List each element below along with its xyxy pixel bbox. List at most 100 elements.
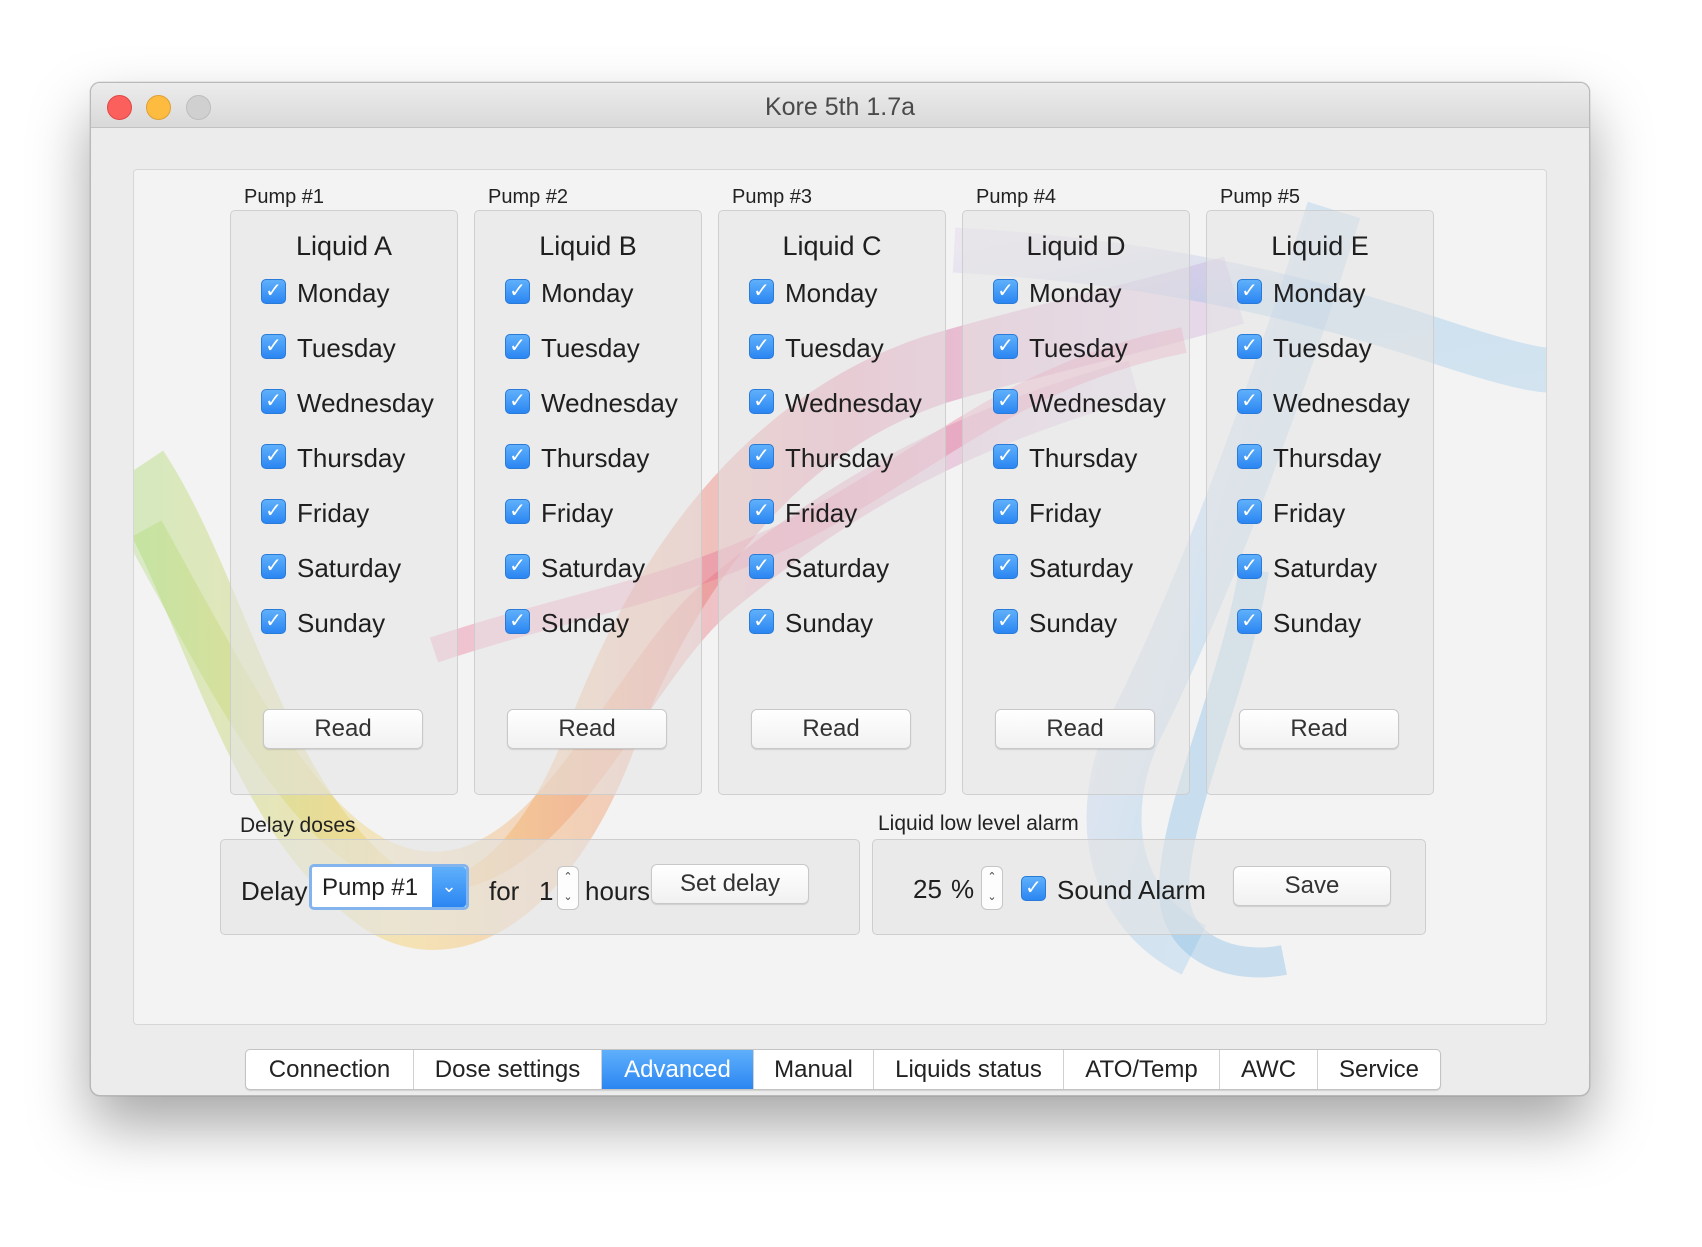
day-checkbox-sunday[interactable]: ✓ Sunday — [261, 603, 385, 639]
day-checkbox-sunday[interactable]: ✓ Sunday — [1237, 603, 1361, 639]
tab-awc[interactable]: AWC — [1220, 1050, 1318, 1089]
day-checkbox-thursday[interactable]: ✓ Thursday — [261, 438, 405, 474]
checkbox-checked-icon[interactable]: ✓ — [749, 608, 774, 634]
checkbox-checked-icon[interactable]: ✓ — [505, 278, 530, 304]
checkbox-checked-icon[interactable]: ✓ — [1237, 443, 1262, 469]
checkbox-checked-icon[interactable]: ✓ — [1237, 553, 1262, 579]
checkbox-checked-icon[interactable]: ✓ — [505, 608, 530, 634]
day-checkbox-wednesday[interactable]: ✓ Wednesday — [1237, 383, 1410, 419]
read-button[interactable]: Read — [507, 709, 667, 749]
checkbox-checked-icon[interactable]: ✓ — [1021, 875, 1046, 901]
day-checkbox-sunday[interactable]: ✓ Sunday — [993, 603, 1117, 639]
tab-manual[interactable]: Manual — [754, 1050, 874, 1089]
checkbox-checked-icon[interactable]: ✓ — [993, 443, 1018, 469]
checkbox-checked-icon[interactable]: ✓ — [993, 498, 1018, 524]
day-checkbox-wednesday[interactable]: ✓ Wednesday — [505, 383, 678, 419]
checkbox-checked-icon[interactable]: ✓ — [261, 498, 286, 524]
read-button[interactable]: Read — [1239, 709, 1399, 749]
day-checkbox-saturday[interactable]: ✓ Saturday — [749, 548, 889, 584]
day-checkbox-saturday[interactable]: ✓ Saturday — [1237, 548, 1377, 584]
day-checkbox-sunday[interactable]: ✓ Sunday — [505, 603, 629, 639]
checkbox-checked-icon[interactable]: ✓ — [749, 553, 774, 579]
tab-connection[interactable]: Connection — [246, 1050, 414, 1089]
day-checkbox-wednesday[interactable]: ✓ Wednesday — [749, 383, 922, 419]
day-checkbox-monday[interactable]: ✓ Monday — [261, 273, 390, 309]
day-checkbox-friday[interactable]: ✓ Friday — [505, 493, 613, 529]
checkbox-checked-icon[interactable]: ✓ — [505, 333, 530, 359]
checkbox-checked-icon[interactable]: ✓ — [749, 388, 774, 414]
day-checkbox-thursday[interactable]: ✓ Thursday — [749, 438, 893, 474]
day-checkbox-thursday[interactable]: ✓ Thursday — [993, 438, 1137, 474]
day-checkbox-friday[interactable]: ✓ Friday — [749, 493, 857, 529]
checkbox-checked-icon[interactable]: ✓ — [261, 388, 286, 414]
checkbox-checked-icon[interactable]: ✓ — [749, 443, 774, 469]
pump-select[interactable]: Pump #1 ⌄ — [309, 864, 469, 910]
pump-select-value: Pump #1 — [322, 874, 419, 901]
day-checkbox-friday[interactable]: ✓ Friday — [261, 493, 369, 529]
checkbox-checked-icon[interactable]: ✓ — [993, 608, 1018, 634]
checkbox-checked-icon[interactable]: ✓ — [261, 278, 286, 304]
day-checkbox-saturday[interactable]: ✓ Saturday — [993, 548, 1133, 584]
checkbox-checked-icon[interactable]: ✓ — [1237, 333, 1262, 359]
day-checkbox-friday[interactable]: ✓ Friday — [1237, 493, 1345, 529]
read-button[interactable]: Read — [263, 709, 423, 749]
checkbox-checked-icon[interactable]: ✓ — [1237, 498, 1262, 524]
day-checkbox-monday[interactable]: ✓ Monday — [505, 273, 634, 309]
tab-ato-temp[interactable]: ATO/Temp — [1064, 1050, 1220, 1089]
read-button[interactable]: Read — [995, 709, 1155, 749]
tab-advanced[interactable]: Advanced — [602, 1050, 754, 1089]
checkbox-checked-icon[interactable]: ✓ — [1237, 388, 1262, 414]
checkbox-checked-icon[interactable]: ✓ — [749, 278, 774, 304]
hours-stepper-icon[interactable]: ⌃ ⌄ — [557, 866, 579, 910]
hours-value[interactable]: 1 — [539, 876, 553, 907]
chevron-down-icon[interactable]: ⌄ — [432, 867, 466, 907]
day-checkbox-thursday[interactable]: ✓ Thursday — [505, 438, 649, 474]
day-checkbox-tuesday[interactable]: ✓ Tuesday — [505, 328, 640, 364]
checkbox-checked-icon[interactable]: ✓ — [505, 553, 530, 579]
day-checkbox-wednesday[interactable]: ✓ Wednesday — [261, 383, 434, 419]
checkbox-checked-icon[interactable]: ✓ — [261, 553, 286, 579]
pump-panel-5: Liquid E ✓ Monday ✓ Tuesday ✓ Wednesday ✓ Th… — [1206, 210, 1434, 795]
checkbox-checked-icon[interactable]: ✓ — [1237, 608, 1262, 634]
pump-caption-3: Pump #3 — [732, 186, 813, 208]
checkbox-checked-icon[interactable]: ✓ — [505, 498, 530, 524]
day-checkbox-monday[interactable]: ✓ Monday — [1237, 273, 1366, 309]
day-label: Wednesday — [785, 387, 922, 418]
day-checkbox-tuesday[interactable]: ✓ Tuesday — [993, 328, 1128, 364]
day-checkbox-tuesday[interactable]: ✓ Tuesday — [749, 328, 884, 364]
set-delay-button[interactable]: Set delay — [651, 864, 809, 904]
day-checkbox-monday[interactable]: ✓ Monday — [993, 273, 1122, 309]
checkbox-checked-icon[interactable]: ✓ — [993, 553, 1018, 579]
sound-alarm-checkbox[interactable]: ✓ Sound Alarm — [1021, 870, 1206, 906]
day-label: Thursday — [297, 442, 406, 473]
day-label: Monday — [1273, 277, 1366, 308]
day-checkbox-wednesday[interactable]: ✓ Wednesday — [993, 383, 1166, 419]
percent-stepper-icon[interactable]: ⌃ ⌄ — [981, 866, 1003, 910]
day-checkbox-monday[interactable]: ✓ Monday — [749, 273, 878, 309]
checkbox-checked-icon[interactable]: ✓ — [505, 443, 530, 469]
checkbox-checked-icon[interactable]: ✓ — [993, 388, 1018, 414]
alarm-percent-value[interactable]: 25 — [913, 874, 942, 905]
checkbox-checked-icon[interactable]: ✓ — [261, 443, 286, 469]
day-checkbox-saturday[interactable]: ✓ Saturday — [505, 548, 645, 584]
day-checkbox-tuesday[interactable]: ✓ Tuesday — [261, 328, 396, 364]
read-button[interactable]: Read — [751, 709, 911, 749]
checkbox-checked-icon[interactable]: ✓ — [1237, 278, 1262, 304]
tab-dose-settings[interactable]: Dose settings — [414, 1050, 602, 1089]
checkbox-checked-icon[interactable]: ✓ — [505, 388, 530, 414]
checkbox-checked-icon[interactable]: ✓ — [993, 278, 1018, 304]
checkbox-checked-icon[interactable]: ✓ — [261, 608, 286, 634]
day-checkbox-tuesday[interactable]: ✓ Tuesday — [1237, 328, 1372, 364]
delay-doses-label: Delay doses — [240, 814, 356, 837]
checkbox-checked-icon[interactable]: ✓ — [993, 333, 1018, 359]
day-checkbox-saturday[interactable]: ✓ Saturday — [261, 548, 401, 584]
day-checkbox-thursday[interactable]: ✓ Thursday — [1237, 438, 1381, 474]
tab-liquids-status[interactable]: Liquids status — [874, 1050, 1064, 1089]
checkbox-checked-icon[interactable]: ✓ — [261, 333, 286, 359]
tab-service[interactable]: Service — [1318, 1050, 1440, 1089]
day-checkbox-sunday[interactable]: ✓ Sunday — [749, 603, 873, 639]
checkbox-checked-icon[interactable]: ✓ — [749, 333, 774, 359]
day-checkbox-friday[interactable]: ✓ Friday — [993, 493, 1101, 529]
checkbox-checked-icon[interactable]: ✓ — [749, 498, 774, 524]
save-button[interactable]: Save — [1233, 866, 1391, 906]
